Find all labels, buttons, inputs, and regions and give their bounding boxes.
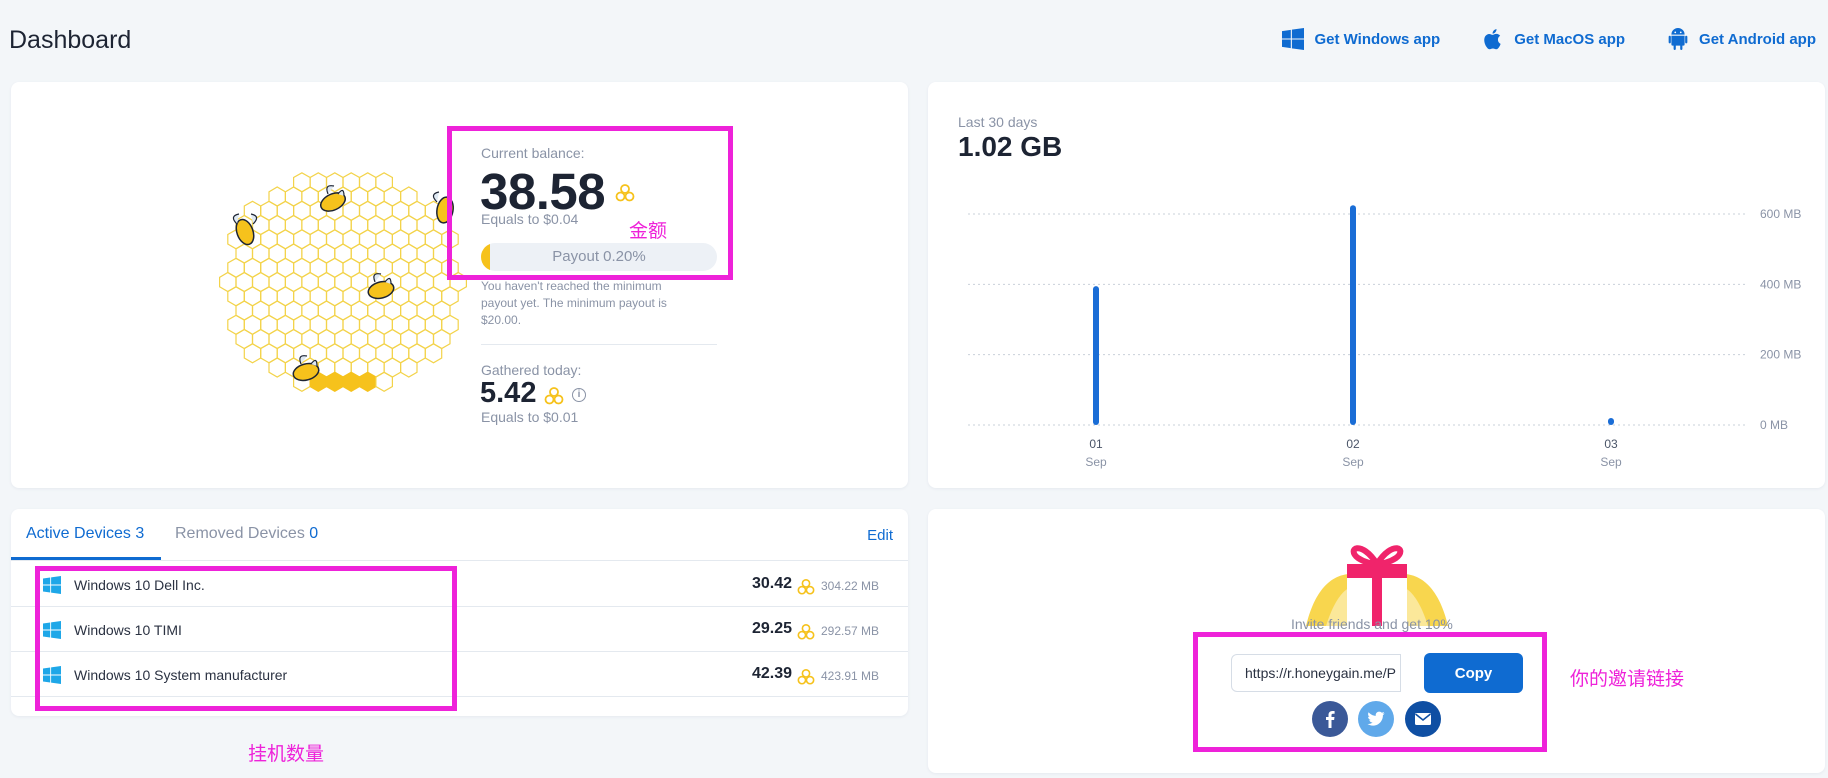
apple-icon — [1484, 29, 1501, 50]
traffic-bar — [1350, 205, 1356, 425]
device-traffic: 304.22 MB — [821, 579, 880, 593]
device-earnings: 29.25 — [751, 620, 792, 637]
honey-coin-icon — [797, 578, 815, 595]
balance-equals: Equals to $0.04 — [481, 211, 579, 227]
honeycomb-bees-illustration — [218, 172, 467, 392]
honeycomb-cell — [342, 371, 361, 392]
email-icon — [1415, 713, 1431, 725]
honeycomb-cell — [325, 371, 344, 392]
tab-active-devices-count: 3 — [135, 525, 145, 542]
get-android-app-label: Get Android app — [1699, 30, 1816, 48]
tab-active-devices-label: Active Devices — [26, 525, 131, 542]
get-windows-app-label: Get Windows app — [1314, 30, 1441, 48]
divider — [481, 344, 717, 345]
device-traffic: 423.91 MB — [821, 669, 880, 683]
honeycomb-cell — [424, 343, 443, 364]
referral-link-input[interactable] — [1231, 654, 1401, 692]
page-title: Dashboard — [9, 26, 132, 54]
device-earnings: 30.42 — [751, 575, 792, 592]
invite-annotation-text: 你的邀请链接 — [1570, 669, 1685, 690]
bee-4 — [367, 273, 395, 300]
get-macos-app-link[interactable]: Get MacOS app — [1482, 28, 1625, 50]
gathered-today-label: Gathered today: — [481, 362, 582, 378]
honeycomb-cell — [268, 357, 287, 378]
traffic-bar — [1093, 286, 1099, 425]
device-traffic: 292.57 MB — [821, 624, 880, 638]
y-tick-label: 0 MB — [1760, 418, 1788, 432]
x-tick-label: 01 — [1089, 437, 1103, 451]
device-row: Windows 10 Dell Inc. 30.42 304.22 MB — [11, 562, 908, 607]
gift-icon — [1306, 545, 1448, 626]
app-links: Get Windows app Get MacOS app Get Androi… — [1282, 28, 1816, 50]
y-tick-label: 400 MB — [1760, 277, 1801, 291]
share-twitter-button[interactable] — [1358, 701, 1394, 737]
device-name: Windows 10 System manufacturer — [74, 667, 288, 683]
get-macos-app-label: Get MacOS app — [1514, 30, 1626, 48]
honey-coin-icon — [797, 668, 815, 685]
traffic-bar-chart: 0 MB 200 MB 400 MB 600 MB 01 Sep 02 Sep 03 Sep — [968, 205, 1801, 469]
windows-icon — [43, 621, 61, 639]
traffic-bar — [1608, 417, 1614, 425]
edit-devices-link[interactable]: Edit — [867, 527, 893, 544]
payout-progress-label: Payout 0.20% — [552, 248, 646, 265]
facebook-icon — [1326, 711, 1335, 728]
devices-card: Active Devices 3 Removed Devices 0 Edit … — [11, 509, 908, 716]
tab-removed-devices-count: 0 — [309, 525, 319, 542]
tab-removed-devices[interactable]: Removed Devices 0 — [175, 525, 318, 543]
share-facebook-button[interactable] — [1312, 701, 1348, 737]
honeycomb-cell — [358, 371, 377, 392]
device-earnings: 42.39 — [751, 665, 792, 682]
invite-card: Invite friends and get 10% Copy 你的邀请链接 — [928, 509, 1825, 773]
honeycomb-cell — [243, 343, 262, 364]
tab-removed-devices-label: Removed Devices — [175, 525, 305, 542]
y-tick-label: 600 MB — [1760, 207, 1801, 221]
twitter-icon — [1367, 711, 1385, 726]
gathered-today-equals: Equals to $0.01 — [481, 409, 579, 425]
get-android-app-link[interactable]: Get Android app — [1667, 28, 1816, 50]
bee-1 — [232, 213, 258, 246]
device-row: Windows 10 TIMI 29.25 292.57 MB — [11, 607, 908, 652]
traffic-card: Last 30 days 1.02 GB 0 MB 200 MB 400 MB 600… — [928, 82, 1825, 488]
android-icon — [1668, 28, 1688, 50]
x-tick-sublabel: Sep — [1085, 455, 1107, 469]
invite-text-label: Invite friends and get 10% — [1291, 616, 1453, 632]
balance-card: Current balance: 38.58 Equals to $0.04 P… — [11, 82, 908, 488]
y-tick-label: 200 MB — [1760, 348, 1801, 362]
payout-progress-bar: Payout 0.20% — [481, 243, 717, 271]
device-name: Windows 10 TIMI — [74, 622, 182, 638]
x-tick-sublabel: Sep — [1342, 455, 1364, 469]
minimum-payout-note: You haven't reached the minimum payout y… — [481, 279, 667, 327]
device-name: Windows 10 Dell Inc. — [74, 577, 205, 593]
honeycomb-cell — [400, 357, 418, 378]
windows-icon — [43, 576, 61, 594]
gathered-today-value: 5.42 — [480, 377, 537, 409]
tab-active-devices[interactable]: Active Devices 3 — [26, 525, 144, 543]
windows-icon — [1282, 28, 1305, 50]
honey-coin-icon — [797, 623, 815, 640]
device-row: Windows 10 System manufacturer 42.39 423… — [11, 652, 908, 697]
x-tick-label: 02 — [1346, 437, 1360, 451]
devices-annotation-text: 挂机数量 — [248, 744, 325, 765]
windows-icon — [43, 666, 61, 684]
x-tick-sublabel: Sep — [1600, 455, 1622, 469]
get-windows-app-link[interactable]: Get Windows app — [1282, 28, 1440, 50]
current-balance-label: Current balance: — [481, 145, 585, 161]
bee-3 — [432, 191, 454, 224]
honey-coin-icon — [544, 387, 564, 405]
honey-coin-icon — [615, 184, 635, 202]
header: Dashboard Get Windows app Get MacOS app … — [0, 0, 1828, 82]
tab-active-underline — [11, 557, 161, 560]
balance-annotation-text: 金额 — [629, 221, 668, 242]
honeycomb-cell — [375, 371, 393, 392]
copy-link-button[interactable]: Copy — [1424, 653, 1523, 693]
device-tabs: Active Devices 3 Removed Devices 0 Edit — [11, 509, 908, 561]
share-email-button[interactable] — [1405, 701, 1441, 737]
info-icon[interactable]: i — [572, 388, 586, 402]
x-tick-label: 03 — [1604, 437, 1618, 451]
